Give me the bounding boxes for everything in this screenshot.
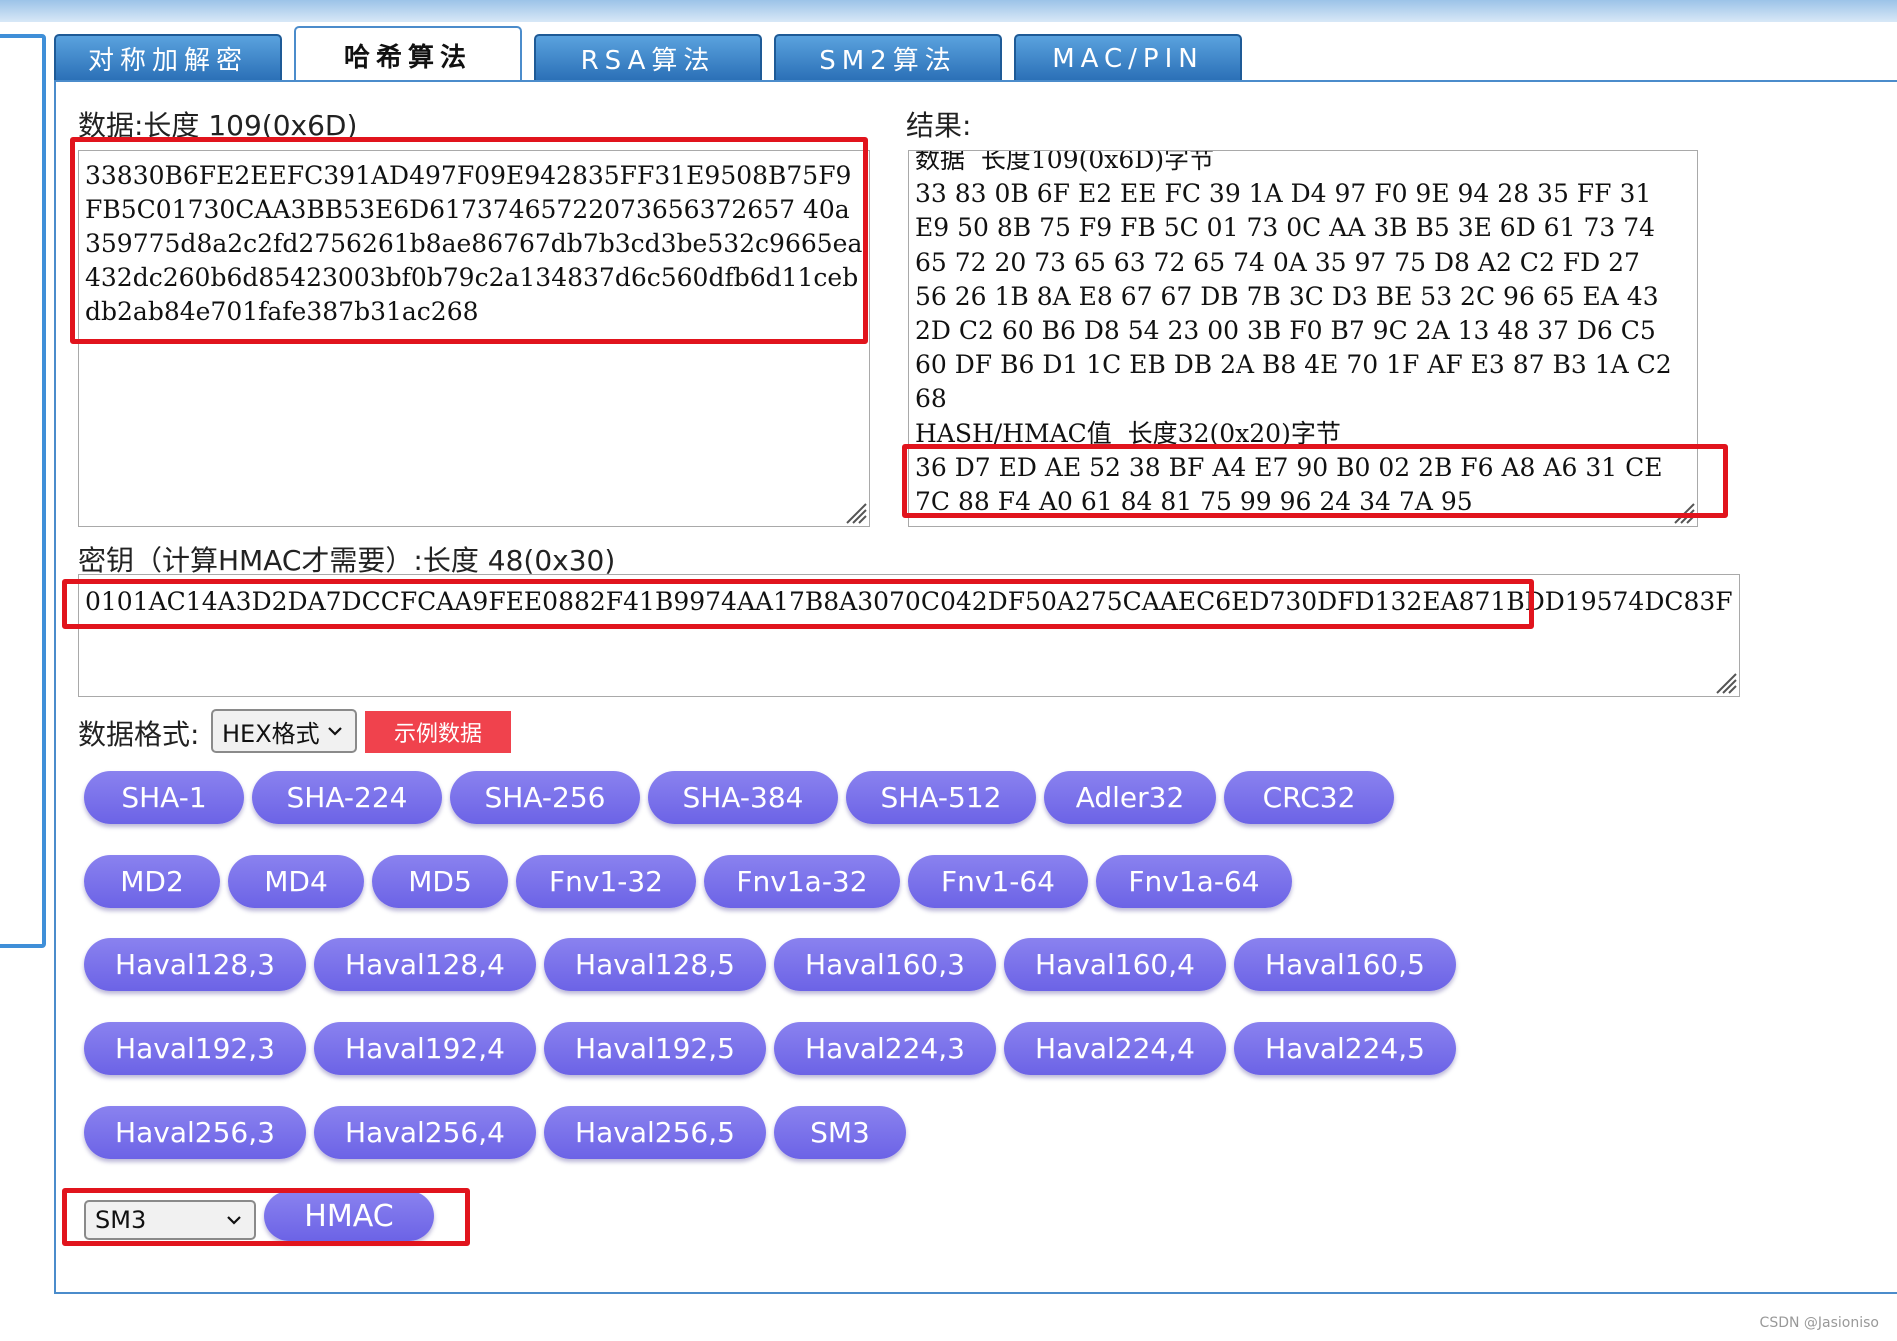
key-input[interactable]: 0101AC14A3D2DA7DCCFCAA9FEE0882F41B9974AA… (78, 574, 1740, 697)
hash-algorithm-button[interactable]: Fnv1a-64 (1096, 855, 1292, 908)
hash-algorithm-button[interactable]: Haval256,4 (314, 1106, 536, 1159)
left-side-frame (0, 34, 46, 948)
result-line: 7C 88 F4 A0 61 84 81 75 99 96 24 34 7A 9… (915, 487, 1473, 517)
data-format-label: 数据格式: (78, 718, 200, 751)
hash-algorithm-button[interactable]: SHA-256 (450, 771, 640, 824)
resize-handle-icon[interactable] (841, 498, 867, 524)
key-input-text: 0101AC14A3D2DA7DCCFCAA9FEE0882F41B9974AA… (85, 587, 1733, 616)
hash-algorithm-button[interactable]: SM3 (774, 1106, 906, 1159)
chevron-down-icon (328, 727, 342, 736)
hash-algorithm-button[interactable]: Haval160,3 (774, 938, 996, 991)
tab-rsa[interactable]: RSA算法 (534, 34, 762, 81)
hash-algorithm-button[interactable]: Fnv1-32 (516, 855, 696, 908)
hash-algorithm-button[interactable]: SHA-512 (846, 771, 1036, 824)
result-line: 36 D7 ED AE 52 38 BF A4 E7 90 B0 02 2B F… (915, 452, 1663, 482)
result-lines: 数据 长度109(0x6D)字节 33 83 0B 6F E2 EE FC 39 … (915, 150, 1691, 519)
hash-algorithm-button[interactable]: Haval128,5 (544, 938, 766, 991)
key-length-label: 密钥（计算HMAC才需要）:长度 48(0x30) (78, 544, 616, 577)
hash-algorithm-button[interactable]: Haval192,3 (84, 1022, 306, 1075)
result-line: 68 (915, 384, 947, 414)
data-input-text: 33830B6FE2EEFC391AD497F09E942835FF31E950… (85, 161, 863, 326)
hash-algorithm-button[interactable]: Haval224,5 (1234, 1022, 1456, 1075)
chevron-down-icon (227, 1216, 241, 1225)
hash-algorithm-button[interactable]: MD5 (372, 855, 508, 908)
result-label: 结果: (906, 109, 972, 142)
tab-sm2[interactable]: SM2算法 (774, 34, 1002, 81)
hash-algorithm-button[interactable]: SHA-384 (648, 771, 838, 824)
hash-algorithm-button[interactable]: Haval192,5 (544, 1022, 766, 1075)
data-input[interactable]: 33830B6FE2EEFC391AD497F09E942835FF31E950… (78, 150, 870, 527)
hash-algorithm-button[interactable]: Haval128,3 (84, 938, 306, 991)
resize-handle-icon[interactable] (1669, 498, 1695, 524)
watermark: CSDN @Jasioniso (1759, 1315, 1879, 1331)
hash-algorithm-button[interactable]: Haval160,5 (1234, 938, 1456, 991)
hmac-algorithm-select[interactable]: SM3 (84, 1200, 256, 1240)
hash-algorithm-button[interactable]: Haval160,4 (1004, 938, 1226, 991)
hash-algorithm-button[interactable]: Haval224,3 (774, 1022, 996, 1075)
hash-algorithm-button[interactable]: CRC32 (1224, 771, 1394, 824)
hash-algorithm-button[interactable]: Haval128,4 (314, 938, 536, 991)
result-line: 65 72 20 73 65 63 72 65 74 0A 35 97 75 D… (915, 247, 1640, 277)
hash-algorithm-button[interactable]: Adler32 (1044, 771, 1216, 824)
data-length-label: 数据:长度 109(0x6D) (78, 109, 358, 142)
tab-mac-pin[interactable]: MAC/PIN (1014, 34, 1242, 81)
top-gradient-band (0, 0, 1897, 22)
result-line: 数据 长度109(0x6D)字节 (915, 150, 1215, 174)
hash-algorithm-button[interactable]: Haval224,4 (1004, 1022, 1226, 1075)
result-line: 2D C2 60 B6 D8 54 23 00 3B F0 B7 9C 2A 1… (915, 316, 1656, 346)
result-output[interactable]: 数据 长度109(0x6D)字节 33 83 0B 6F E2 EE FC 39 … (908, 150, 1698, 527)
result-line: 60 DF B6 D1 1C EB DB 2A B8 4E 70 1F AF E… (915, 350, 1672, 380)
hash-algorithm-button[interactable]: Haval192,4 (314, 1022, 536, 1075)
result-line: E9 50 8B 75 F9 FB 5C 01 73 0C AA 3B B5 3… (915, 213, 1656, 243)
format-select[interactable]: HEX格式 (211, 709, 357, 753)
result-line: HASH/HMAC值 长度32(0x20)字节 (915, 418, 1341, 448)
resize-handle-icon[interactable] (1711, 668, 1737, 694)
hash-algorithm-button[interactable]: MD4 (228, 855, 364, 908)
hmac-select-value: SM3 (95, 1206, 147, 1234)
hash-algorithm-button[interactable]: SHA-224 (252, 771, 442, 824)
hash-algorithm-button[interactable]: Haval256,5 (544, 1106, 766, 1159)
hash-algorithm-button[interactable]: Fnv1-64 (908, 855, 1088, 908)
format-select-value: HEX格式 (222, 719, 320, 748)
hash-algorithm-button[interactable]: Fnv1a-32 (704, 855, 900, 908)
result-line: 56 26 1B 8A E8 67 67 DB 7B 3C D3 BE 53 2… (915, 281, 1659, 311)
hash-algorithm-button[interactable]: Haval256,3 (84, 1106, 306, 1159)
hash-algorithm-button[interactable]: MD2 (84, 855, 220, 908)
tab-hash[interactable]: 哈希算法 (294, 26, 522, 82)
hash-algorithm-button[interactable]: SHA-1 (84, 771, 244, 824)
result-line: 33 83 0B 6F E2 EE FC 39 1A D4 97 F0 9E 9… (915, 179, 1652, 209)
hmac-button[interactable]: HMAC (264, 1191, 434, 1241)
example-data-button[interactable]: 示例数据 (365, 711, 511, 753)
tab-symmetric[interactable]: 对称加解密 (54, 34, 282, 81)
